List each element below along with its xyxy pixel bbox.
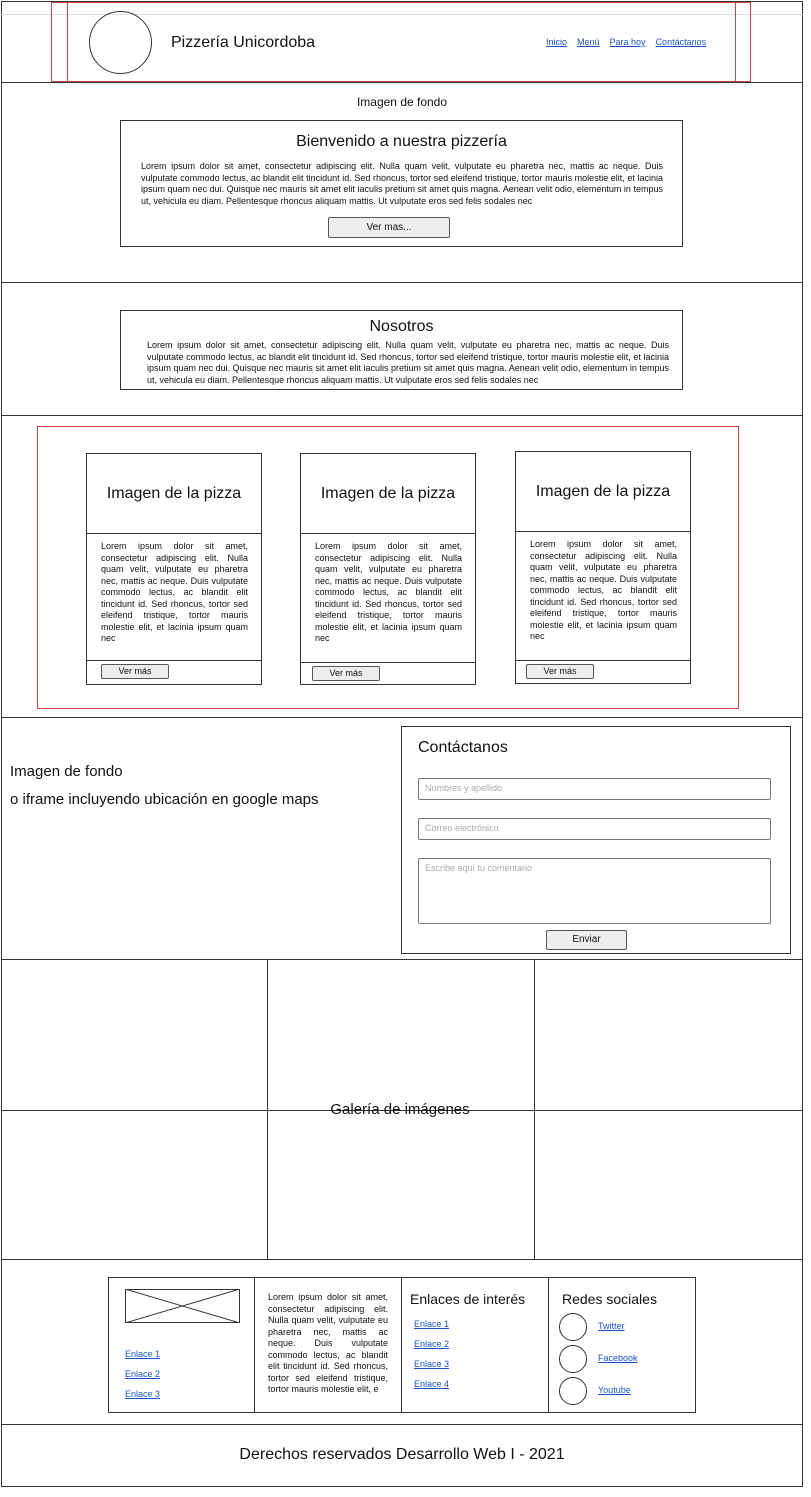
social-title: Redes sociales bbox=[562, 1291, 657, 1307]
gallery-section: Galería de imágenes bbox=[1, 960, 803, 1260]
logo bbox=[89, 11, 152, 74]
social-link-twitter[interactable]: Twitter bbox=[598, 1321, 625, 1331]
facebook-icon[interactable] bbox=[559, 1345, 587, 1373]
pizza-card: Imagen de la pizza Lorem ipsum dolor sit… bbox=[300, 453, 476, 685]
nav-para-hoy[interactable]: Para hoy bbox=[610, 37, 646, 47]
footer-text: Lorem ipsum dolor sit amet, consectetur … bbox=[268, 1292, 388, 1394]
youtube-icon[interactable] bbox=[559, 1377, 587, 1405]
pizza-text: Lorem ipsum dolor sit amet, consectetur … bbox=[101, 541, 248, 643]
contact-section: Imagen de fondo o iframe incluyendo ubic… bbox=[1, 718, 803, 960]
footer-link-2[interactable]: Enlace 2 bbox=[125, 1369, 160, 1379]
footer-link-1[interactable]: Enlace 1 bbox=[125, 1349, 160, 1359]
pizza-card: Imagen de la pizza Lorem ipsum dolor sit… bbox=[86, 453, 262, 685]
contact-title: Contáctanos bbox=[418, 739, 508, 756]
social-link-facebook[interactable]: Facebook bbox=[598, 1353, 638, 1363]
about-card: Nosotros Lorem ipsum dolor sit amet, con… bbox=[120, 310, 683, 390]
pizza-section: Imagen de la pizza Lorem ipsum dolor sit… bbox=[1, 416, 803, 718]
header: Pizzería Unicordoba Inicio Menú Para hoy… bbox=[1, 1, 803, 83]
footer-grid: Enlace 1 Enlace 2 Enlace 3 Lorem ipsum d… bbox=[108, 1277, 696, 1413]
copyright: Derechos reservados Desarrollo Web I - 2… bbox=[239, 1446, 565, 1463]
hero-section: Imagen de fondo Bienvenido a nuestra piz… bbox=[1, 83, 803, 283]
about-text: Lorem ipsum dolor sit amet, consectetur … bbox=[147, 340, 669, 385]
hero-more-button[interactable]: Ver mas... bbox=[328, 217, 450, 238]
pizza-image: Imagen de la pizza bbox=[301, 454, 475, 534]
pizza-card: Imagen de la pizza Lorem ipsum dolor sit… bbox=[515, 451, 691, 684]
hero-bg-label: Imagen de fondo bbox=[356, 95, 448, 109]
twitter-icon[interactable] bbox=[559, 1313, 587, 1341]
contact-form: Contáctanos Nombres y apellido Correo el… bbox=[401, 726, 791, 954]
about-section: Nosotros Lorem ipsum dolor sit amet, con… bbox=[1, 283, 803, 416]
pizza-more-button[interactable]: Ver más bbox=[312, 666, 380, 681]
footer-col-1: Enlace 1 Enlace 2 Enlace 3 bbox=[109, 1278, 255, 1412]
social-link-youtube[interactable]: Youtube bbox=[598, 1385, 631, 1395]
nav-contactanos[interactable]: Contáctanos bbox=[656, 37, 707, 47]
hero-title: Bienvenido a nuestra pizzería bbox=[296, 133, 507, 150]
interest-link-4[interactable]: Enlace 4 bbox=[414, 1379, 449, 1389]
pizza-image-label: Imagen de la pizza bbox=[320, 485, 456, 502]
hero-card: Bienvenido a nuestra pizzería Lorem ipsu… bbox=[120, 120, 683, 247]
pizza-image: Imagen de la pizza bbox=[516, 452, 690, 532]
header-inner-guide-left bbox=[67, 2, 68, 82]
map-placeholder-line2: o iframe incluyendo ubicación en google … bbox=[10, 791, 319, 808]
gallery-label: Galería de imágenes bbox=[330, 1101, 470, 1118]
footer-col-4: Redes sociales Twitter Facebook Youtube bbox=[549, 1278, 695, 1412]
pizza-image-label: Imagen de la pizza bbox=[106, 485, 242, 502]
send-button[interactable]: Enviar bbox=[546, 930, 627, 950]
map-placeholder-line1: Imagen de fondo bbox=[10, 763, 123, 780]
image-placeholder-icon bbox=[124, 1288, 241, 1324]
pizza-image: Imagen de la pizza bbox=[87, 454, 261, 534]
pizza-card-divider bbox=[516, 660, 690, 661]
pizza-card-divider bbox=[301, 662, 475, 663]
footer-logo-placeholder bbox=[124, 1288, 241, 1324]
interest-link-1[interactable]: Enlace 1 bbox=[414, 1319, 449, 1329]
interest-link-3[interactable]: Enlace 3 bbox=[414, 1359, 449, 1369]
name-field[interactable]: Nombres y apellido bbox=[418, 778, 771, 800]
comment-field[interactable]: Escribe aquí tu comentario bbox=[418, 858, 771, 924]
footer-link-3[interactable]: Enlace 3 bbox=[125, 1389, 160, 1399]
main-nav: Inicio Menú Para hoy Contáctanos bbox=[546, 37, 706, 47]
footer-col-2: Lorem ipsum dolor sit amet, consectetur … bbox=[255, 1278, 402, 1412]
pizza-card-divider bbox=[87, 660, 261, 661]
pizza-more-button[interactable]: Ver más bbox=[101, 664, 169, 679]
email-field[interactable]: Correo electrónico bbox=[418, 818, 771, 840]
header-inner-guide-right bbox=[735, 2, 736, 82]
interest-title: Enlaces de interés bbox=[410, 1291, 526, 1307]
nav-inicio[interactable]: Inicio bbox=[546, 37, 567, 47]
pizza-image-label: Imagen de la pizza bbox=[535, 483, 671, 500]
footer-col-3: Enlaces de interés Enlace 1 Enlace 2 Enl… bbox=[402, 1278, 549, 1412]
nav-menu[interactable]: Menú bbox=[577, 37, 600, 47]
pizza-text: Lorem ipsum dolor sit amet, consectetur … bbox=[530, 539, 677, 641]
pizza-text: Lorem ipsum dolor sit amet, consectetur … bbox=[315, 541, 462, 643]
pizza-more-button[interactable]: Ver más bbox=[526, 664, 594, 679]
about-title: Nosotros bbox=[369, 318, 434, 335]
hero-text: Lorem ipsum dolor sit amet, consectetur … bbox=[141, 161, 663, 206]
site-title: Pizzería Unicordoba bbox=[171, 34, 316, 51]
interest-link-2[interactable]: Enlace 2 bbox=[414, 1339, 449, 1349]
footer-section: Enlace 1 Enlace 2 Enlace 3 Lorem ipsum d… bbox=[1, 1260, 803, 1425]
